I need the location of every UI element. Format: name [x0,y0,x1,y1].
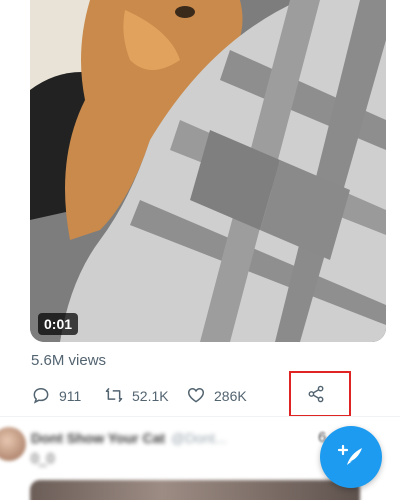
reply-icon [31,385,51,408]
retweet-button[interactable]: 52.1K [104,380,169,412]
retweet-count: 52.1K [132,388,169,404]
like-count: 286K [214,388,247,404]
like-button[interactable]: 286K [186,380,247,412]
compose-tweet-button[interactable] [320,426,382,488]
video-duration-badge: 0:01 [38,313,79,335]
author-display-name: Dont Show Your Cat [31,430,166,446]
author-handle: @Dont... [171,430,227,446]
heart-icon [186,385,206,408]
reply-count: 911 [59,388,82,404]
avatar[interactable] [0,427,26,461]
view-count: 5.6M views [31,352,107,369]
share-icon [306,384,326,409]
tweet-media-preview[interactable] [30,480,360,500]
share-button[interactable] [305,385,327,407]
video-thumbnail[interactable] [30,0,386,342]
compose-icon [336,440,366,475]
tweet-text: 0_0 [31,450,55,466]
retweet-icon [104,385,124,408]
reply-button[interactable]: 911 [31,380,81,412]
author-name[interactable]: Dont Show Your Cat @Dont... [31,430,227,446]
